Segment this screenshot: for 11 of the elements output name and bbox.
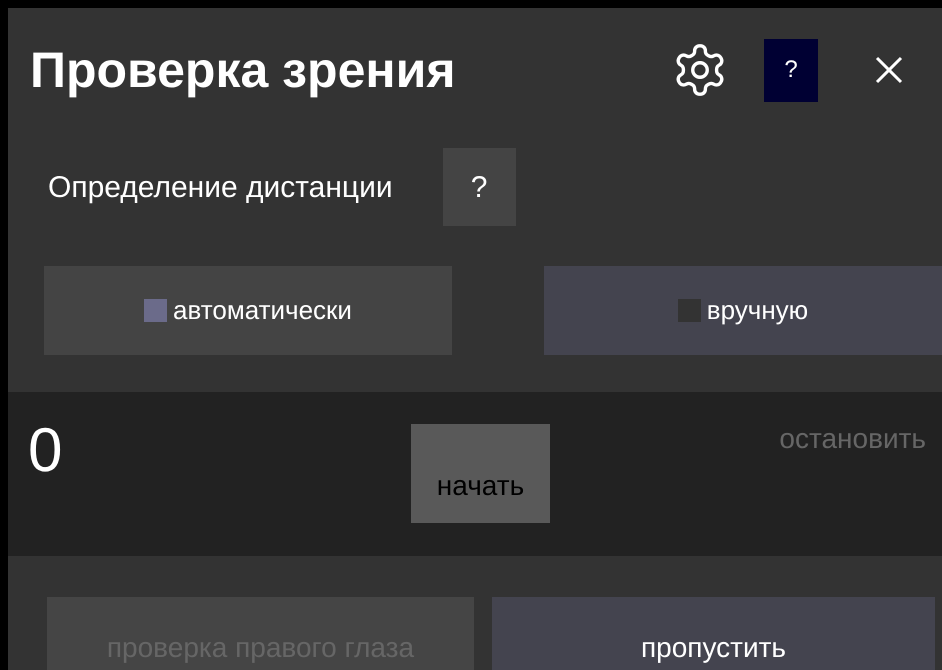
mode-option[interactable]: автоматически xyxy=(44,266,452,355)
mode-option[interactable]: вручную xyxy=(544,266,942,355)
distance-help-button[interactable]: ? xyxy=(442,148,516,226)
skip-button[interactable]: пропустить xyxy=(492,597,935,670)
distance-label: Определение дистанции xyxy=(48,170,393,206)
timer-value: 0 xyxy=(28,420,64,482)
mode-checkbox[interactable] xyxy=(678,299,701,322)
help-button[interactable]: ? xyxy=(764,38,818,102)
window-title: Проверка зрения xyxy=(30,40,456,100)
close-icon[interactable] xyxy=(874,55,904,85)
mode-checkbox[interactable] xyxy=(144,299,168,322)
